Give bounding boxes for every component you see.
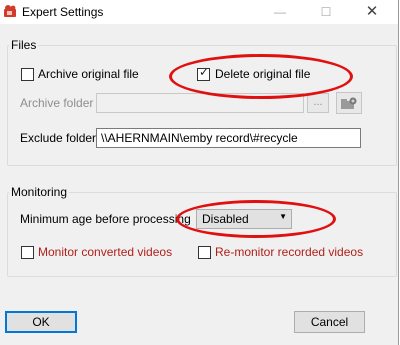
exclude-folders-input[interactable]: \\AHERNMAIN\emby record\#recycle <box>96 128 361 148</box>
browse-folder-button[interactable]: ... <box>307 93 329 113</box>
minimum-age-dropdown[interactable]: Disabled ▼ <box>196 209 292 229</box>
title-bar: Expert Settings — ☐ ✕ <box>0 0 398 24</box>
checkmark-icon: ✓ <box>199 65 210 79</box>
archive-folder-input[interactable] <box>96 93 304 113</box>
files-group-label: Files <box>11 38 37 52</box>
archive-folder-label: Archive folder <box>20 96 94 110</box>
ok-button[interactable]: OK <box>5 311 77 333</box>
archive-original-label: Archive original file <box>38 67 139 81</box>
maximize-button[interactable]: ☐ <box>308 0 344 24</box>
chevron-down-icon: ▼ <box>279 212 287 221</box>
cancel-button[interactable]: Cancel <box>294 311 365 333</box>
exclude-folders-label: Exclude folders <box>20 131 103 145</box>
monitor-converted-checkbox[interactable] <box>21 246 34 259</box>
delete-original-label: Delete original file <box>215 67 311 81</box>
monitoring-group: Monitoring <box>7 185 397 277</box>
network-folder-button[interactable] <box>336 92 362 114</box>
monitoring-group-label: Monitoring <box>11 185 68 199</box>
minimum-age-value: Disabled <box>202 212 249 226</box>
expert-settings-dialog: Expert Settings — ☐ ✕ Files Archive orig… <box>0 0 399 345</box>
delete-original-checkbox[interactable]: ✓ <box>197 65 210 81</box>
network-folder-icon <box>341 97 357 109</box>
app-icon <box>4 5 16 17</box>
archive-original-checkbox[interactable] <box>21 68 34 81</box>
close-button[interactable]: ✕ <box>354 0 390 24</box>
minimum-age-label: Minimum age before processing <box>20 212 191 226</box>
remonitor-recorded-label: Re-monitor recorded videos <box>215 245 364 259</box>
minimize-button[interactable]: — <box>262 0 298 24</box>
monitor-converted-label: Monitor converted videos <box>38 245 173 259</box>
remonitor-recorded-checkbox[interactable] <box>198 246 211 259</box>
window-title: Expert Settings <box>22 5 104 19</box>
